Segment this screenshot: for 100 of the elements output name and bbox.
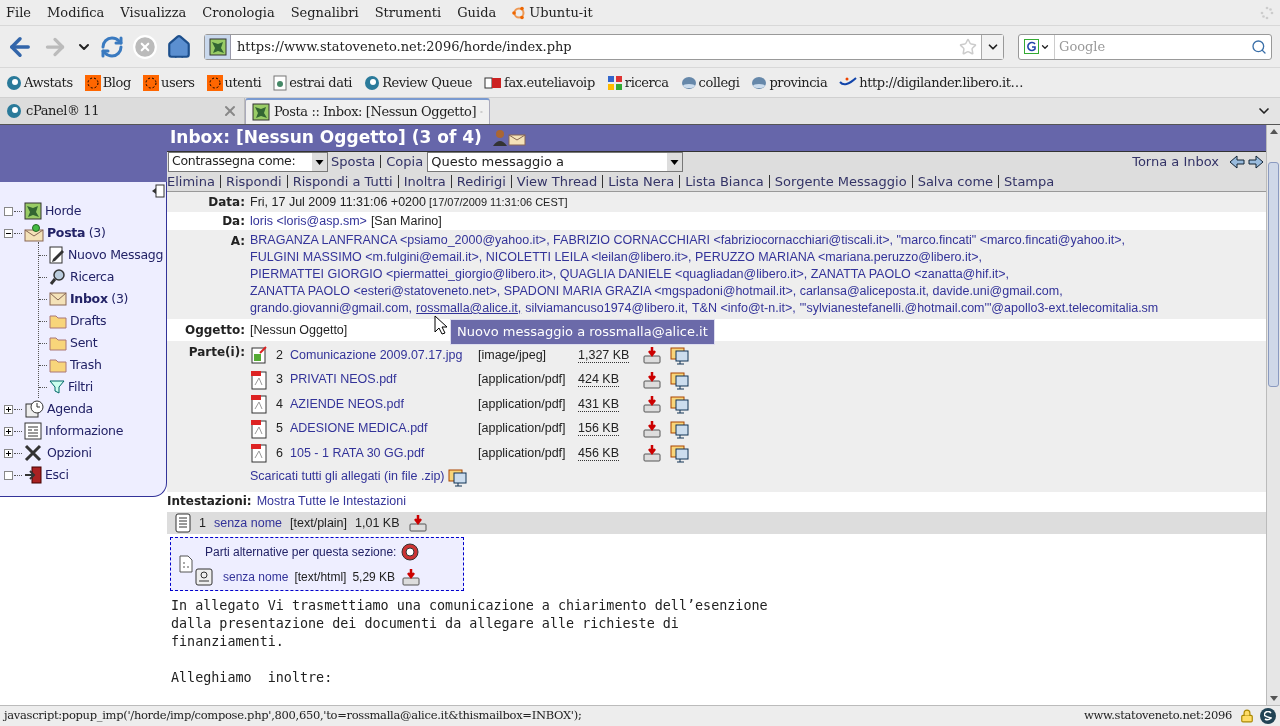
expand-toggle[interactable]: [4, 426, 13, 436]
back-to-inbox-link[interactable]: Torna a Inbox: [1132, 151, 1219, 172]
move-link[interactable]: Sposta: [331, 151, 376, 172]
scrollbar[interactable]: [1266, 125, 1280, 705]
attachment-link[interactable]: PRIVATI NEOS.pdf: [290, 372, 397, 387]
scroll-up-icon[interactable]: [1269, 129, 1278, 134]
recipient-link[interactable]: grando.giovanni@gmail.com,: [250, 301, 413, 315]
expand-toggle[interactable]: [4, 448, 13, 458]
message-action-link[interactable]: Elimina: [167, 171, 215, 191]
person-mail-icon[interactable]: [491, 128, 526, 147]
download-icon[interactable]: [642, 346, 662, 365]
download-icon[interactable]: [642, 370, 662, 389]
attachment-link[interactable]: ADESIONE MEDICA.pdf: [290, 421, 428, 436]
recipient-link[interactable]: T&N <info@t-n.it>,: [691, 301, 796, 315]
recipients-line[interactable]: BRAGANZA LANFRANCA <psiamo_2000@yahoo.it>, FABRIZIO CORNACCHIARI <fabriziocornacchiari@tiscali.it>, "marco.fincati" <marco.fincati@yahoo.it>,: [250, 232, 1159, 249]
message-action-link[interactable]: Lista Nera: [608, 171, 675, 191]
sidebar-item[interactable]: Informazione: [45, 421, 124, 441]
menu-item[interactable]: Visualizza: [120, 2, 187, 23]
show-headers-link[interactable]: Mostra Tutte le Intestazioni: [256, 491, 407, 511]
bookmark-item[interactable]: Review Queue: [382, 72, 473, 93]
message-action-link[interactable]: Redirigi: [456, 171, 506, 191]
search-icon[interactable]: [1251, 38, 1267, 55]
bookmark-star-icon[interactable]: [959, 37, 977, 56]
reload-button[interactable]: [100, 34, 124, 59]
menu-item[interactable]: Modifica: [47, 2, 105, 23]
bookmark-item[interactable]: fax.euteliavoip: [504, 72, 595, 93]
attachment-link[interactable]: 105 - 1 RATA 30 GG.pdf: [290, 445, 425, 460]
home-button[interactable]: [166, 33, 192, 60]
view-window-icon[interactable]: [670, 394, 690, 415]
menu-item[interactable]: Ubuntu-it: [512, 2, 593, 23]
recipients-line[interactable]: PIERMATTEI GIORGIO <piermattei_giorgio@libero.it>, QUAGLIA DANIELE <quagliadan@libero.it>, ZANATTA PAOLO <zanatta@hif.it>,: [250, 266, 1159, 283]
search-field[interactable]: Google: [1018, 33, 1272, 60]
attachment-link[interactable]: Comunicazione 2009.07.17.jpg: [290, 347, 463, 362]
target-folder-select[interactable]: Questo messaggio a: [427, 151, 684, 172]
message-action-link[interactable]: Lista Bianca: [685, 171, 764, 191]
sidebar-item[interactable]: Sent: [70, 333, 98, 353]
part-link[interactable]: senza nome: [223, 568, 289, 587]
sidebar-item[interactable]: Trash: [70, 355, 102, 375]
message-action-link[interactable]: Sorgente Messaggio: [774, 171, 907, 191]
expand-toggle[interactable]: [4, 404, 13, 414]
download-icon[interactable]: [401, 568, 422, 587]
bookmark-item[interactable]: estrai dati: [289, 72, 353, 93]
copy-link[interactable]: Copia: [386, 151, 424, 172]
message-action-link[interactable]: Inoltra: [403, 171, 446, 191]
menu-item[interactable]: File: [6, 2, 32, 23]
attachment-link[interactable]: AZIENDE NEOS.pdf: [290, 396, 404, 411]
next-message-icon[interactable]: [1248, 154, 1264, 169]
view-window-icon[interactable]: [670, 369, 690, 390]
previous-message-icon[interactable]: [1229, 154, 1245, 169]
bookmark-item[interactable]: collegi: [698, 72, 740, 93]
download-icon[interactable]: [642, 444, 662, 463]
recipient-link[interactable]: silviamancuso1974@libero.it,: [525, 301, 688, 315]
download-all-link[interactable]: Scaricati tutti gli allegati (in file .zip): [250, 467, 445, 486]
bookmark-item[interactable]: Blog: [102, 72, 131, 93]
sidebar-item[interactable]: Horde: [45, 201, 82, 221]
browser-tab[interactable]: Posta :: Inbox: [Nessun Oggetto]: [245, 98, 490, 124]
message-action-link[interactable]: View Thread: [516, 171, 598, 191]
mark-as-select[interactable]: Contrassegna come:: [168, 151, 328, 172]
recipients-line[interactable]: ZANATTA PAOLO <esteri@statoveneto.net>, SPADONI MARIA GRAZIA <mgspadoni@hotmail.it>, carlansa@aliceposta.it, davide.uni@gmail.com,: [250, 283, 1159, 300]
sidebar-item[interactable]: Agenda: [47, 399, 93, 419]
view-window-icon[interactable]: [670, 345, 690, 366]
bookmark-item[interactable]: users: [160, 72, 195, 93]
download-icon[interactable]: [642, 395, 662, 414]
sidebar-item[interactable]: Opzioni: [47, 443, 92, 463]
download-icon[interactable]: [407, 513, 428, 532]
recipients-line[interactable]: FULGINI MASSIMO <m.fulgini@email.it>, NICOLETTI LEILA <leilan@libero.it>, PERUZZO MARIANA <mariana.peruzzo@libero.it>,: [250, 249, 1159, 266]
menu-item[interactable]: Strumenti: [374, 2, 442, 23]
view-window-icon[interactable]: [670, 418, 690, 439]
sidebar-item[interactable]: Posta (3): [47, 223, 106, 243]
search-engine-icon[interactable]: [1023, 39, 1039, 54]
message-action-link[interactable]: Rispondi: [225, 171, 282, 191]
message-action-link[interactable]: Stampa: [1004, 171, 1055, 191]
view-window-icon[interactable]: [670, 443, 690, 464]
collapse-toggle[interactable]: [4, 228, 13, 238]
search-input[interactable]: Google: [1059, 36, 1251, 57]
message-action-link[interactable]: Rispondi a Tutti: [292, 171, 393, 191]
bookmark-item[interactable]: provincia: [769, 72, 828, 93]
recipient-link[interactable]: rossmalla@alice.it,: [416, 301, 522, 315]
sidebar-item[interactable]: Drafts: [70, 311, 107, 331]
part-link[interactable]: senza nome: [213, 513, 283, 533]
recipient-link[interactable]: "'sylvianestefanelli.@hotmail.com'"@apollo3-ext.telecomitalia.sm: [799, 301, 1159, 315]
browser-tab[interactable]: cPanel® 11: [0, 98, 245, 124]
download-icon[interactable]: [642, 419, 662, 438]
view-window-icon[interactable]: [447, 466, 468, 487]
menu-item[interactable]: Segnalibri: [290, 2, 359, 23]
address-field[interactable]: https://www.statoveneto.net:2096/horde/index.php: [204, 33, 1004, 60]
sidebar-item[interactable]: Ricerca: [70, 267, 115, 287]
bookmark-item[interactable]: utenti: [224, 72, 262, 93]
sidebar-item[interactable]: Nuovo Messagg: [68, 245, 164, 265]
scroll-down-icon[interactable]: [1269, 696, 1278, 701]
bookmark-item[interactable]: http://digilander.libero.it…: [859, 72, 1024, 93]
collapse-sidebar-icon[interactable]: [151, 184, 165, 198]
menu-item[interactable]: Cronologia: [202, 2, 275, 23]
menu-item[interactable]: Guida: [457, 2, 497, 23]
addon-icon[interactable]: [1260, 708, 1276, 724]
message-action-link[interactable]: Salva come: [917, 171, 994, 191]
bookmark-item[interactable]: Awstats: [24, 72, 73, 93]
bookmark-item[interactable]: ricerca: [624, 72, 669, 93]
sidebar-item[interactable]: Inbox (3): [70, 289, 129, 309]
sidebar-item[interactable]: Filtri: [68, 377, 93, 397]
